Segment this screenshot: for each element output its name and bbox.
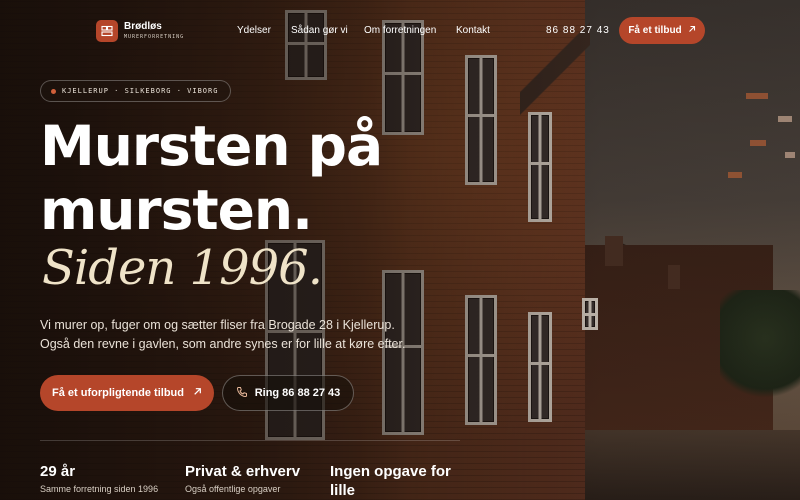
site-header: Brødløs MURERFORRETNING Ydelser Sådan gø… [0, 0, 800, 62]
nav-link-ydelser[interactable]: Ydelser [237, 25, 271, 36]
brand-name: Brødløs [124, 21, 162, 32]
stat-years: 29 år Samme forretning siden 1996 [40, 462, 158, 494]
brick-logo-icon [96, 20, 118, 42]
nav-link-om-forretningen[interactable]: Om forretningen [364, 25, 436, 36]
location-dot-icon [51, 88, 56, 94]
nav-link-kontakt[interactable]: Kontakt [456, 25, 490, 36]
logo-link[interactable]: Brødløs MURERFORRETNING [96, 20, 184, 42]
stat-job-size: Ingen opgave for lille [330, 462, 470, 500]
stat-subtitle: Samme forretning siden 1996 [40, 484, 159, 494]
call-label: Ring 86 88 27 43 [254, 387, 341, 399]
lead-line-2: Også den revne i gavlen, som andre synes… [40, 337, 406, 351]
stat-title: Ingen opgave for lille [330, 463, 451, 499]
nav-link-saadan-goer-vi[interactable]: Sådan gør vi [291, 25, 348, 36]
arrow-up-right-icon [688, 25, 696, 36]
headline-line-1: Mursten på [40, 114, 383, 178]
call-button[interactable]: Ring 86 88 27 43 [222, 375, 354, 411]
logo-text: Brødløs MURERFORRETNING [124, 21, 185, 41]
header-phone-link[interactable]: 86 88 27 43 [546, 25, 610, 36]
arrow-up-right-icon [193, 387, 202, 399]
stat-title: 29 år [40, 463, 76, 480]
hero-headline: Mursten på mursten. [40, 114, 460, 242]
free-quote-label: Få et uforpligtende tilbud [52, 387, 184, 399]
stats-divider [40, 440, 460, 441]
lead-line-1: Vi murer op, fuger om og sætter fliser f… [40, 318, 395, 332]
free-quote-button[interactable]: Få et uforpligtende tilbud [40, 375, 214, 411]
hero-lead: Vi murer op, fuger om og sætter fliser f… [40, 316, 460, 354]
stat-subtitle: Også offentlige opgaver [185, 484, 281, 494]
stat-title: Privat & erhverv [185, 463, 301, 480]
get-quote-button[interactable]: Få et tilbud [619, 17, 705, 44]
stat-clients: Privat & erhverv Også offentlige opgaver [185, 462, 300, 494]
phone-icon [236, 386, 248, 401]
get-quote-label: Få et tilbud [628, 25, 682, 36]
brand-tagline: MURERFORRETNING [124, 34, 185, 40]
headline-since: Siden 1996. [42, 240, 323, 296]
location-badge: KJELLERUP · SILKEBORG · VIBORG [40, 80, 232, 102]
location-list: KJELLERUP · SILKEBORG · VIBORG [62, 87, 219, 95]
headline-line-2: mursten. [40, 178, 313, 242]
